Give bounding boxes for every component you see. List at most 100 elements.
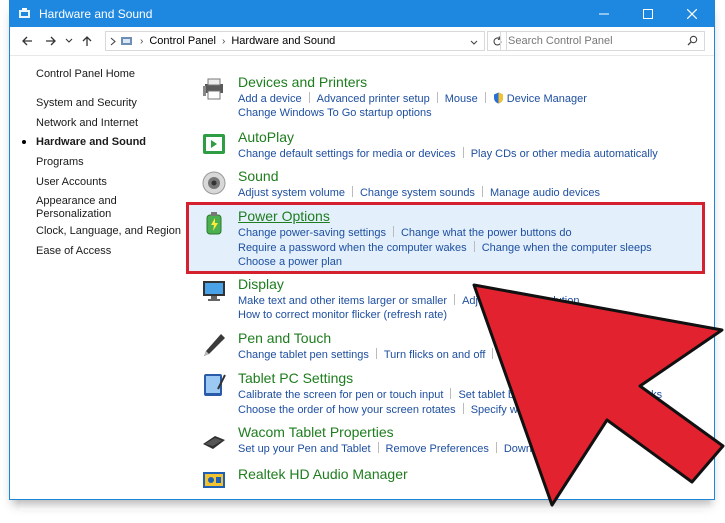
search-input[interactable]: Search Control Panel <box>500 31 705 51</box>
category-links-row: Make text and other items larger or smal… <box>238 294 580 307</box>
link-separator <box>375 348 377 359</box>
recent-dropdown-icon[interactable] <box>62 30 76 52</box>
category-links-row: Change power-saving settings Change what … <box>238 226 572 239</box>
close-button[interactable] <box>670 0 714 27</box>
category-links-row: Set up your Pen and Tablet Remove Prefere… <box>238 442 585 455</box>
link-make-text-and-other-items-larger-or-smaller[interactable]: Make text and other items larger or smal… <box>238 295 447 307</box>
category-title-realtek-hd-audio-manager[interactable]: Realtek HD Audio Manager <box>238 466 408 482</box>
category-links-row: Choose a power plan <box>238 256 342 268</box>
category-title-display[interactable]: Display <box>238 276 284 292</box>
nav-hardware-and-sound-label: Hardware and Sound <box>36 136 147 148</box>
maximize-button[interactable] <box>626 0 670 27</box>
window-shadow <box>20 500 710 510</box>
category-title-wacom-tablet-properties[interactable]: Wacom Tablet Properties <box>238 424 394 440</box>
address-chevron-icon <box>110 37 117 46</box>
link-adjust-system-volume[interactable]: Adjust system volume <box>238 187 345 199</box>
link-specify-which-hand-you-write-with[interactable]: Specify which hand you write with <box>471 404 635 416</box>
link-separator <box>308 92 310 103</box>
link-calibrate-the-screen-for-pen-or-touch-input[interactable]: Calibrate the screen for pen or touch in… <box>238 389 443 401</box>
category-links-row: Require a password when the computer wak… <box>238 241 652 254</box>
category-links-row: Change default settings for media or dev… <box>238 147 658 160</box>
link-change-system-sounds[interactable]: Change system sounds <box>360 187 475 199</box>
link-separator <box>481 186 483 197</box>
link-separator <box>450 388 452 399</box>
uac-shield-icon <box>493 92 504 107</box>
nav-ease-of-access[interactable]: Ease of Access <box>36 245 111 258</box>
nav-hardware-and-sound[interactable]: Hardware and Sound <box>22 136 147 149</box>
link-change-default-settings-for-media-or-devices[interactable]: Change default settings for media or dev… <box>238 148 456 160</box>
link-how-to-correct-monitor-flicker-refresh-rate[interactable]: How to correct monitor flicker (refresh … <box>238 309 447 321</box>
link-download-driver[interactable]: Download Driver <box>504 443 585 455</box>
link-choose-the-order-of-how-your-screen-rotates[interactable]: Choose the order of how your screen rota… <box>238 404 456 416</box>
active-bullet <box>22 140 26 144</box>
category-title-tablet-pc-settings[interactable]: Tablet PC Settings <box>238 370 353 386</box>
link-remove-preferences[interactable]: Remove Preferences <box>386 443 489 455</box>
category-links-row: Change Windows To Go startup options <box>238 107 432 119</box>
link-set-flicks-to-perform-certain-tasks[interactable]: Set flicks to perform certain tasks <box>500 349 662 361</box>
link-advanced-printer-setup[interactable]: Advanced printer setup <box>317 93 430 105</box>
speaker-icon[interactable] <box>201 170 227 196</box>
address-dropdown-icon[interactable] <box>470 37 478 49</box>
link-change-power-saving-settings[interactable]: Change power-saving settings <box>238 227 386 239</box>
nav-appearance-and-personalization[interactable]: Appearance and Personalization <box>36 195 117 221</box>
link-set-up-your-pen-and-tablet[interactable]: Set up your Pen and Tablet <box>238 443 371 455</box>
monitor-icon[interactable] <box>201 278 227 304</box>
nav-user-accounts[interactable]: User Accounts <box>36 176 107 189</box>
control-panel-icon <box>18 7 32 21</box>
autoplay-icon[interactable] <box>201 131 227 157</box>
link-adjust-screen-resolution[interactable]: Adjust screen resolution <box>462 295 579 307</box>
category-title-sound[interactable]: Sound <box>238 168 278 184</box>
link-mouse[interactable]: Mouse <box>445 93 478 105</box>
tablet-icon[interactable] <box>201 372 227 398</box>
category-title-power-options[interactable]: Power Options <box>238 208 330 224</box>
link-set-tablet-buttons-to-perform-certain-tasks[interactable]: Set tablet buttons to perform certain ta… <box>458 389 662 401</box>
search-icon[interactable] <box>687 35 698 49</box>
category-title-pen-and-touch[interactable]: Pen and Touch <box>238 330 331 346</box>
link-choose-a-power-plan[interactable]: Choose a power plan <box>238 256 342 268</box>
category-title-autoplay[interactable]: AutoPlay <box>238 129 294 145</box>
breadcrumb-separator: › <box>140 35 144 47</box>
link-separator <box>495 442 497 453</box>
search-placeholder: Search Control Panel <box>508 35 613 47</box>
link-change-tablet-pen-settings[interactable]: Change tablet pen settings <box>238 349 369 361</box>
link-separator <box>473 241 475 252</box>
nav-clock-language-region[interactable]: Clock, Language, and Region <box>36 225 181 238</box>
link-turn-flicks-on-and-off[interactable]: Turn flicks on and off <box>384 349 486 361</box>
window-title: Hardware and Sound <box>39 6 153 21</box>
wacom-icon[interactable] <box>201 426 227 452</box>
control-panel-window: Hardware and Sound › Control Panel › Har… <box>9 0 715 500</box>
breadcrumb-separator: › <box>222 35 226 47</box>
address-bar[interactable]: › Control Panel › Hardware and Sound <box>105 31 485 51</box>
nav-control-panel-home[interactable]: Control Panel Home <box>36 68 135 81</box>
link-manage-audio-devices[interactable]: Manage audio devices <box>490 187 600 199</box>
link-require-a-password-when-the-computer-wakes[interactable]: Require a password when the computer wak… <box>238 242 467 254</box>
link-play-cds-or-other-media-automatically[interactable]: Play CDs or other media automatically <box>471 148 658 160</box>
category-links-row: Calibrate the screen for pen or touch in… <box>238 388 662 401</box>
minimize-button[interactable] <box>582 0 626 27</box>
category-links-row: Choose the order of how your screen rota… <box>238 403 635 416</box>
link-separator <box>462 147 464 158</box>
up-arrow-icon[interactable] <box>76 30 98 52</box>
nav-system-and-security[interactable]: System and Security <box>36 97 137 110</box>
printer-icon[interactable] <box>201 76 227 102</box>
breadcrumb-control-panel[interactable]: Control Panel <box>149 35 216 47</box>
power-icon[interactable] <box>201 210 227 236</box>
control-panel-small-icon <box>120 35 134 47</box>
realtek-icon[interactable] <box>201 468 227 494</box>
pen-icon[interactable] <box>201 332 227 358</box>
link-separator <box>462 403 464 414</box>
nav-programs[interactable]: Programs <box>36 156 84 169</box>
link-change-windows-to-go-startup-options[interactable]: Change Windows To Go startup options <box>238 107 432 119</box>
nav-network-and-internet[interactable]: Network and Internet <box>36 117 138 130</box>
category-links-row: Add a device Advanced printer setup Mouse D… <box>238 92 587 107</box>
category-title-devices-and-printers[interactable]: Devices and Printers <box>238 74 367 90</box>
link-change-what-the-power-buttons-do[interactable]: Change what the power buttons do <box>401 227 572 239</box>
link-device-manager[interactable]: Device Manager <box>507 93 587 105</box>
breadcrumb-hardware-and-sound[interactable]: Hardware and Sound <box>231 35 335 47</box>
title-bar[interactable]: Hardware and Sound <box>10 0 714 27</box>
link-change-when-the-computer-sleeps[interactable]: Change when the computer sleeps <box>482 242 652 254</box>
category-links-row: Change tablet pen settings Turn flicks on… <box>238 348 662 361</box>
back-arrow-icon[interactable] <box>16 30 38 52</box>
link-add-a-device[interactable]: Add a device <box>238 93 302 105</box>
forward-arrow-icon[interactable] <box>40 30 62 52</box>
